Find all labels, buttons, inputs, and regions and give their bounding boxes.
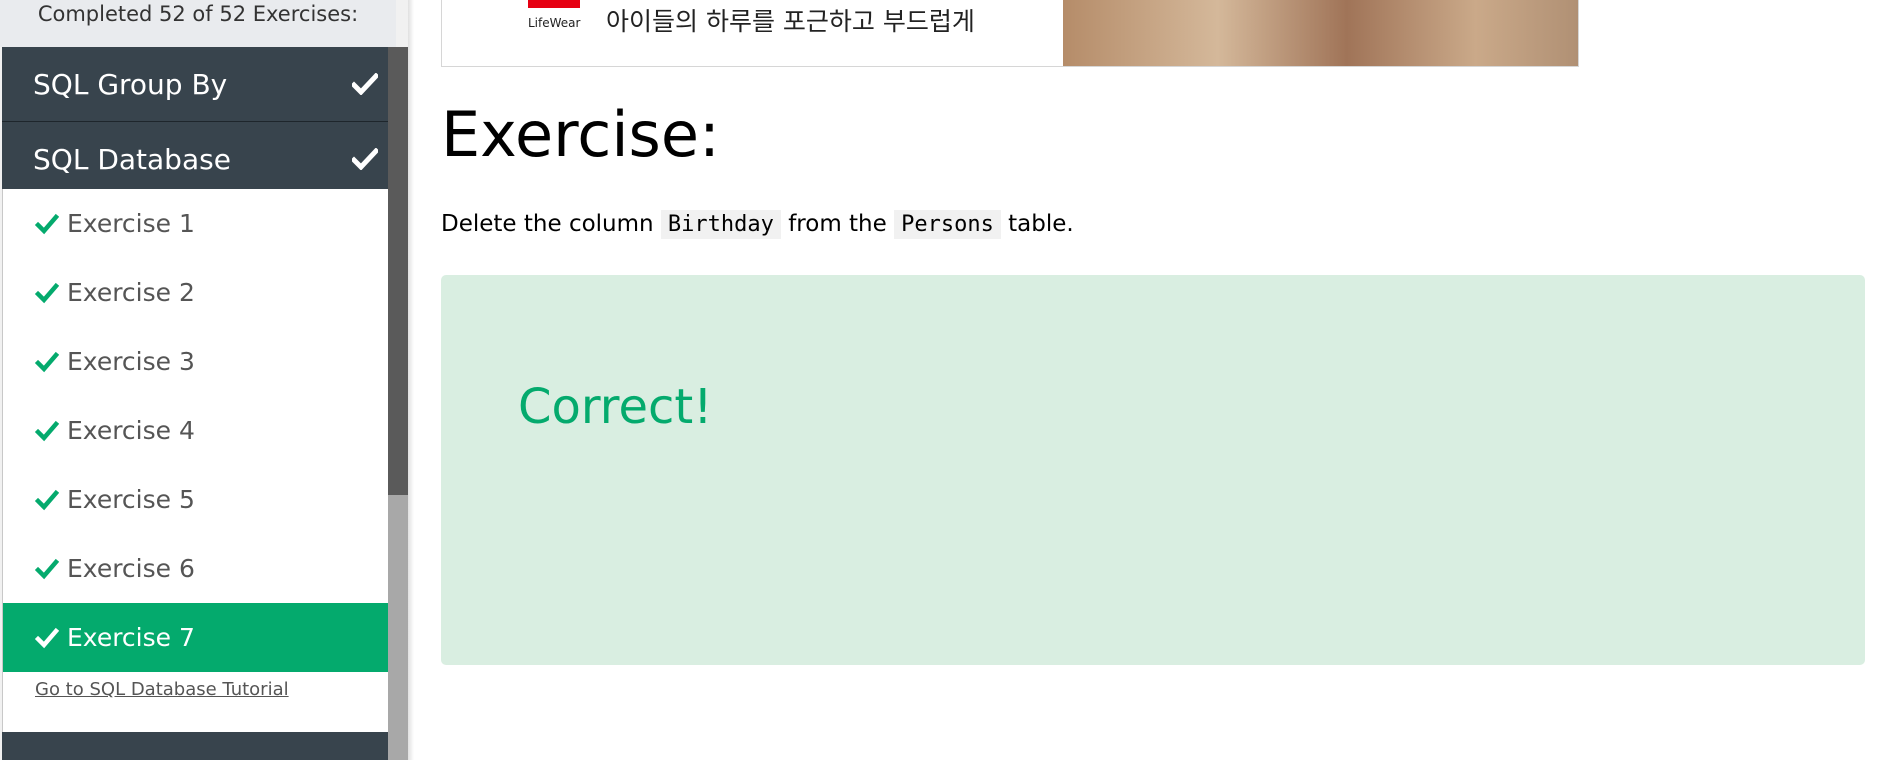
sidebar: Completed 52 of 52 Exercises: SQL Group …	[0, 0, 408, 760]
exercise-label: Exercise 5	[67, 485, 195, 514]
exercise-item-6[interactable]: Exercise 6	[3, 534, 389, 603]
exercise-label: Exercise 1	[67, 209, 195, 238]
instruction-text: from the	[788, 211, 887, 237]
exercise-item-4[interactable]: Exercise 4	[3, 396, 389, 465]
code-table-name: Persons	[894, 210, 1001, 239]
exercise-label: Exercise 4	[67, 416, 195, 445]
tutorial-link[interactable]: Go to SQL Database Tutorial	[35, 679, 289, 700]
check-icon	[35, 489, 59, 510]
completion-status: Completed 52 of 52 Exercises:	[0, 0, 396, 47]
check-icon	[35, 282, 59, 303]
check-icon	[352, 148, 378, 170]
instruction-text: Delete the column	[441, 211, 654, 237]
exercise-label: Exercise 6	[67, 554, 195, 583]
advertisement-banner[interactable]: LifeWear 아이들의 하루를 포근하고 부드럽게	[441, 0, 1579, 67]
sidebar-list: SQL Group By SQL Database Exercise 1 Exe…	[0, 47, 389, 760]
scrollbar-thumb[interactable]	[388, 495, 408, 760]
exercise-label: Exercise 2	[67, 278, 195, 307]
brand-logo-mark	[528, 0, 580, 8]
result-box: Correct!	[441, 275, 1865, 665]
check-icon	[35, 213, 59, 234]
group-sql-database[interactable]: SQL Database	[2, 122, 388, 197]
check-icon	[35, 420, 59, 441]
check-icon	[352, 73, 378, 95]
exercise-instruction: Delete the column Birthday from the Pers…	[441, 210, 1074, 239]
ad-text: 아이들의 하루를 포근하고 부드럽게	[606, 7, 975, 36]
sidebar-shadow	[408, 0, 414, 760]
exercise-item-5[interactable]: Exercise 5	[3, 465, 389, 534]
code-column-name: Birthday	[660, 210, 781, 239]
exercise-item-3[interactable]: Exercise 3	[3, 327, 389, 396]
check-icon	[35, 627, 59, 648]
check-icon	[35, 351, 59, 372]
group-sql-group-by[interactable]: SQL Group By	[2, 47, 388, 122]
exercise-label: Exercise 3	[67, 347, 195, 376]
exercise-item-2[interactable]: Exercise 2	[3, 258, 389, 327]
exercise-item-1[interactable]: Exercise 1	[3, 189, 389, 258]
exercise-label: Exercise 7	[67, 623, 195, 652]
check-icon	[35, 558, 59, 579]
exercise-item-7-active[interactable]: Exercise 7	[3, 603, 389, 672]
page-title: Exercise:	[441, 98, 720, 171]
app: Completed 52 of 52 Exercises: SQL Group …	[0, 0, 1878, 760]
group-label: SQL Database	[33, 142, 231, 176]
ad-photo	[1063, 0, 1578, 66]
brand-logo-text: LifeWear	[528, 16, 581, 30]
result-message: Correct!	[518, 379, 713, 435]
instruction-text: table.	[1008, 211, 1074, 237]
exercise-list: Exercise 1 Exercise 2 Exercise 3 Exercis…	[2, 189, 389, 732]
group-label: SQL Group By	[33, 67, 228, 101]
